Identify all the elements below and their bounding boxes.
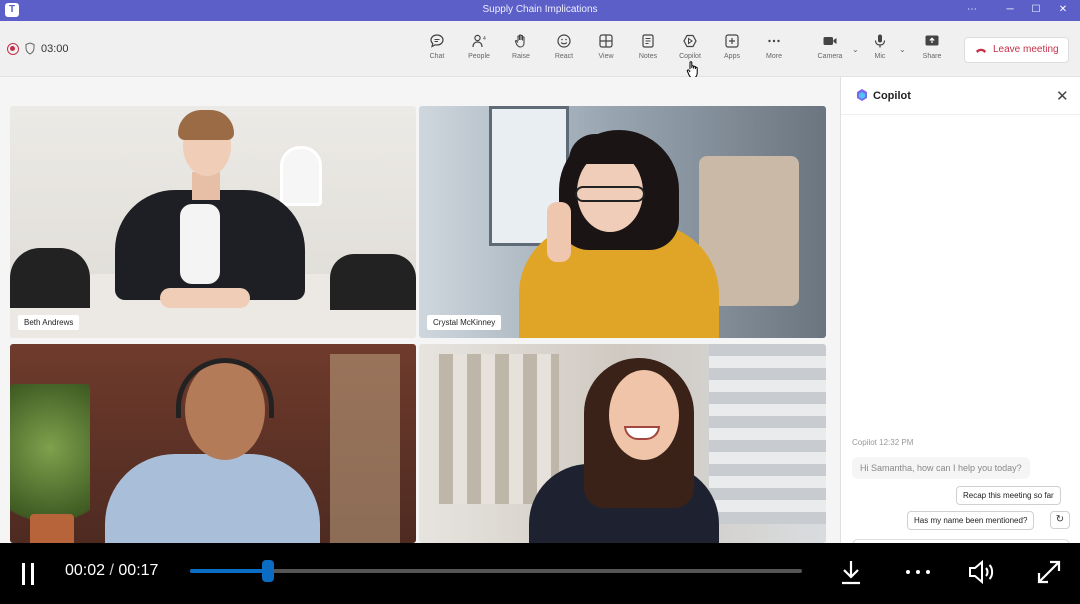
camera-icon: [823, 37, 837, 45]
bangs: [569, 134, 659, 164]
people-button[interactable]: 4 People: [459, 31, 499, 71]
more-window-options-icon[interactable]: ⋯: [965, 3, 979, 17]
view-label: View: [598, 53, 614, 60]
current-time: 00:02: [65, 562, 106, 579]
hands: [160, 288, 250, 308]
more-options-icon[interactable]: [904, 558, 932, 586]
smiley-icon: [557, 34, 571, 48]
maximize-button[interactable]: ☐: [1029, 3, 1043, 17]
video-tile-participant-4[interactable]: [419, 344, 826, 543]
glasses: [575, 186, 645, 202]
video-player-controls: 00:02 / 00:17: [0, 543, 1080, 604]
plus-icon: [725, 34, 739, 48]
view-button[interactable]: View: [586, 31, 626, 71]
neck: [192, 172, 220, 200]
notes-label: Notes: [638, 53, 658, 60]
person-body: [105, 454, 320, 543]
duration-time: 00:17: [118, 562, 159, 579]
mic-label: Mic: [874, 53, 886, 60]
close-window-button[interactable]: ✕: [1056, 3, 1070, 17]
white-chair: [280, 146, 322, 206]
time-separator: /: [109, 562, 114, 579]
notes-icon: [642, 34, 654, 48]
leave-meeting-button[interactable]: Leave meeting: [964, 37, 1069, 63]
video-tile-participant-3[interactable]: [10, 344, 416, 543]
chat-icon: [430, 34, 444, 48]
chair: [330, 254, 416, 310]
video-tile-crystal-mckinney[interactable]: Crystal McKinney: [419, 106, 826, 338]
window-title: Supply Chain Implications: [482, 4, 598, 15]
raise-hand-button[interactable]: Raise: [501, 31, 541, 71]
seek-bar[interactable]: [190, 560, 802, 582]
face: [609, 370, 679, 460]
seek-progress: [190, 569, 269, 573]
hand-icon: [514, 34, 525, 48]
leave-meeting-label: Leave meeting: [993, 44, 1059, 55]
svg-text:4: 4: [483, 36, 486, 42]
react-button[interactable]: React: [544, 31, 584, 71]
pause-icon[interactable]: [20, 563, 36, 585]
hair: [178, 110, 234, 140]
suggestion-name-mentioned-button[interactable]: Has my name been mentioned?: [907, 511, 1035, 530]
download-icon[interactable]: [837, 558, 865, 586]
raise-label: Raise: [512, 53, 530, 60]
react-label: React: [554, 53, 574, 60]
video-stage: Beth Andrews Crystal McKinney: [0, 77, 838, 543]
playback-time: 00:02 / 00:17: [65, 562, 158, 580]
chat-label: Chat: [429, 53, 445, 60]
volume-icon[interactable]: [967, 558, 995, 586]
meeting-toolbar: 03:00 Chat 4 People Raise React View Not…: [0, 21, 1080, 77]
meeting-timer: 03:00: [41, 43, 69, 55]
office-window: [709, 344, 826, 524]
mic-button[interactable]: Mic: [860, 31, 900, 71]
people-label: People: [468, 53, 490, 60]
shirt: [180, 204, 220, 284]
hand: [547, 202, 571, 262]
more-label: More: [766, 53, 782, 60]
camera-label: Camera: [817, 53, 843, 60]
headset: [176, 358, 274, 418]
shelf: [330, 354, 400, 543]
grid-icon: [599, 34, 613, 48]
building-window: [439, 354, 559, 504]
copilot-title: Copilot: [873, 90, 911, 102]
copilot-message-meta: Copilot 12:32 PM: [852, 438, 914, 447]
chair: [10, 248, 90, 308]
participant-name-tag: Crystal McKinney: [427, 315, 502, 330]
notes-button[interactable]: Notes: [628, 31, 668, 71]
suggestion-recap-button[interactable]: Recap this meeting so far: [956, 486, 1061, 505]
copilot-header: Copilot ✕: [841, 77, 1080, 115]
pot: [30, 514, 74, 543]
shield-icon: [25, 42, 35, 55]
teams-meeting-window: T Supply Chain Implications ⋯ ─ ☐ ✕ 03:0…: [0, 0, 1080, 604]
minimize-button[interactable]: ─: [1003, 3, 1017, 17]
refresh-suggestions-icon[interactable]: ↻: [1050, 511, 1070, 529]
seek-handle[interactable]: [262, 560, 275, 582]
chat-button[interactable]: Chat: [417, 31, 457, 71]
share-icon: [925, 35, 939, 46]
copilot-logo-icon: [857, 89, 867, 101]
copilot-icon: [683, 34, 697, 48]
video-tile-beth-andrews[interactable]: Beth Andrews: [10, 106, 416, 338]
camera-button[interactable]: Camera: [810, 31, 850, 71]
participant-name-tag: Beth Andrews: [18, 315, 80, 330]
hang-up-icon: [976, 48, 986, 53]
more-button[interactable]: More: [754, 31, 794, 71]
copilot-panel: Copilot ✕ Copilot 12:32 PM Hi Samantha, …: [840, 77, 1080, 545]
close-copilot-button[interactable]: ✕: [1056, 87, 1069, 105]
camera-options-chevron-icon[interactable]: ⌄: [852, 45, 859, 54]
apps-button[interactable]: Apps: [712, 31, 752, 71]
title-bar: T Supply Chain Implications ⋯ ─ ☐ ✕: [0, 0, 1080, 21]
share-button[interactable]: Share: [912, 31, 952, 71]
fullscreen-icon[interactable]: [1035, 558, 1063, 586]
recording-icon: [7, 43, 19, 55]
apps-label: Apps: [724, 53, 740, 60]
mic-icon: [874, 34, 886, 48]
people-icon: 4: [472, 34, 486, 48]
copilot-label: Copilot: [679, 53, 701, 60]
share-label: Share: [922, 53, 942, 60]
copilot-greeting: Hi Samantha, how can I help you today?: [852, 457, 1030, 479]
ellipsis-icon: [768, 39, 780, 43]
mic-options-chevron-icon[interactable]: ⌄: [899, 45, 906, 54]
